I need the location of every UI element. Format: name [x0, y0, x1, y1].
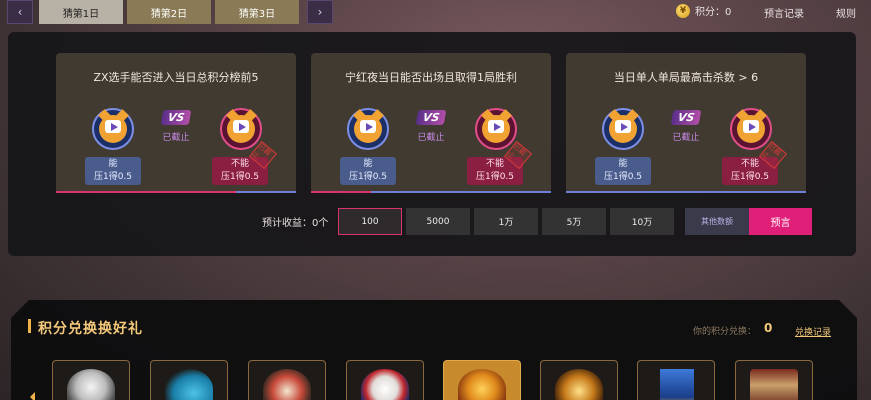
fish-icon [165, 369, 213, 400]
yes-button[interactable]: 能压1得0.5 [595, 157, 651, 185]
exchange-panel [11, 300, 857, 400]
bet-amount-5000[interactable]: 5000 [406, 208, 470, 235]
team-no-avatar [730, 108, 772, 150]
vote-progress-fill [56, 191, 236, 193]
yes-button[interactable]: 能压1得0.5 [340, 157, 396, 185]
title-accent-bar [28, 319, 31, 333]
history-link[interactable]: 预言记录 [764, 5, 804, 20]
gift-item-1[interactable] [52, 360, 130, 400]
top-tab-bar: ‹ 猜第1日 猜第2日 猜第3日 › ¥ 积分：0 预言记录 规则 [0, 0, 871, 26]
vote-progress-bar [56, 191, 296, 193]
bet-amount-100k[interactable]: 10万 [610, 208, 674, 235]
card-title: ZX选手能否进入当日总积分榜前5 [93, 71, 259, 84]
chest-icon [750, 369, 798, 400]
banner-icon [660, 369, 694, 400]
exchange-record-link[interactable]: 兑换记录 [795, 325, 831, 338]
vote-progress-fill [311, 191, 371, 193]
gift-item-6[interactable] [540, 360, 618, 400]
points-label: 积分：0 [695, 7, 732, 18]
cartoon-face-icon [361, 369, 409, 400]
exchange-title: 积分兑换换好礼 [38, 321, 143, 337]
coin-icon: ¥ [676, 3, 690, 18]
team-no-avatar [475, 108, 517, 150]
card-title: 当日单人单局最高击杀数 > 6 [613, 71, 759, 84]
rules-link[interactable]: 规则 [836, 5, 856, 20]
creature-icon [263, 369, 311, 400]
tab-day-1[interactable]: 猜第1日 [39, 0, 123, 24]
bet-amount-50k[interactable]: 5万 [542, 208, 606, 235]
expected-earnings-label: 预计收益：0个 [262, 218, 329, 229]
gift-item-2[interactable] [150, 360, 228, 400]
exchange-points-value: 0 [764, 321, 773, 335]
coins-icon [67, 369, 115, 400]
vote-progress-bar [566, 191, 806, 193]
gift-item-8[interactable] [735, 360, 813, 400]
bet-amount-10k[interactable]: 1万 [474, 208, 538, 235]
tab-day-2[interactable]: 猜第2日 [127, 0, 211, 24]
exchange-points-label: 你的积分兑换： [693, 327, 757, 337]
prediction-card-3: 当日单人单局最高击杀数 > 6 VS 已截止 能压1得0.5 不能 压1得0.5 … [566, 53, 806, 193]
vote-progress-bar [311, 191, 551, 193]
card-title: 宁红夜当日能否出场且取得1局胜利 [345, 71, 517, 84]
gift-item-5[interactable] [443, 360, 521, 400]
yes-button[interactable]: 能压1得0.5 [85, 157, 141, 185]
points-display: ¥ 积分：0 [676, 3, 731, 18]
carousel-left-icon[interactable] [30, 392, 35, 400]
team-no-avatar [220, 108, 262, 150]
gift-item-7[interactable] [637, 360, 715, 400]
golden-crest-icon [555, 369, 603, 400]
gift-item-4[interactable] [346, 360, 424, 400]
chevron-left-icon[interactable]: ‹ [7, 0, 33, 24]
predict-button[interactable]: 预言 [749, 208, 812, 235]
other-amount-button[interactable]: 其他数额 [685, 208, 749, 235]
dragon-emblem-icon [458, 369, 506, 400]
chevron-right-icon[interactable]: › [307, 0, 333, 24]
gift-item-3[interactable] [248, 360, 326, 400]
tab-day-3[interactable]: 猜第3日 [215, 0, 299, 24]
prediction-card-1: ZX选手能否进入当日总积分榜前5 VS 已截止 能压1得0.5 不能 压1得0.5… [56, 53, 296, 193]
bet-amount-100[interactable]: 100 [338, 208, 402, 235]
prediction-card-2: 宁红夜当日能否出场且取得1局胜利 VS 已截止 能压1得0.5 不能 压1得0.5… [311, 53, 551, 193]
